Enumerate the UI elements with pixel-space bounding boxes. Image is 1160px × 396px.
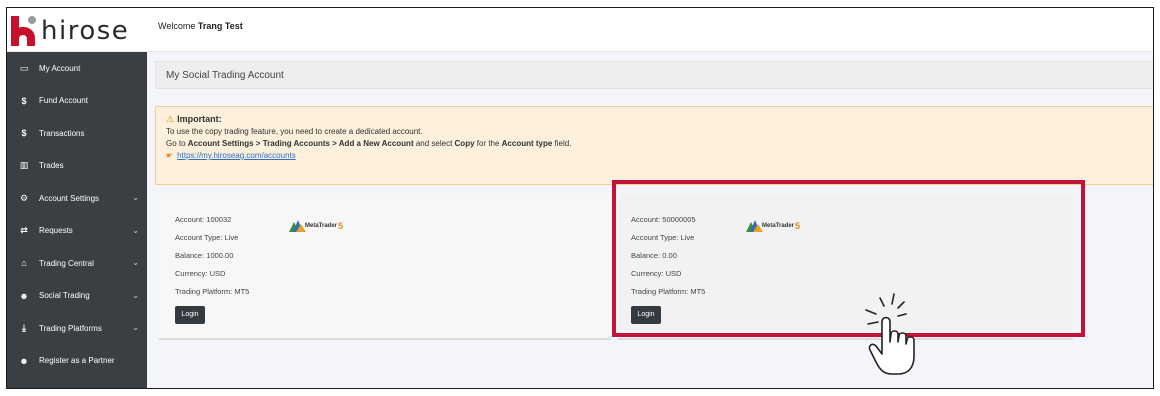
account-card: Account: 100032 Account Type: Live Balan… [159, 194, 611, 340]
users-icon: ☻ [19, 290, 29, 301]
sidebar-item-account-settings[interactable]: ⚙ Account Settings ⌄ [7, 182, 147, 215]
account-details: Account: 100032 Account Type: Live Balan… [175, 211, 249, 301]
login-button[interactable]: Login [175, 306, 205, 324]
hirose-logo-mark [11, 16, 39, 46]
sidebar-item-requests[interactable]: ⇄ Requests ⌄ [7, 215, 147, 248]
alert-text: Go to [166, 139, 188, 148]
metatrader-icon [289, 220, 306, 232]
chevron-down-icon: ⌄ [132, 323, 139, 332]
chevron-down-icon: ⌄ [132, 258, 139, 267]
pointing-hand-icon: ☛ [166, 151, 174, 160]
highlight-box [612, 180, 1085, 337]
top-header: hirose Welcome Trang Test [7, 8, 1153, 52]
page-title-bar: My Social Trading Account [155, 61, 1153, 89]
sidebar-item-label: Requests [39, 226, 73, 236]
sidebar-item-trading-central[interactable]: ⌂ Trading Central ⌄ [7, 247, 147, 280]
metatrader-label: MetaTrader [305, 223, 338, 229]
account-balance: Balance: 1000.00 [175, 251, 234, 260]
alert-line-2: Go to Account Settings > Trading Account… [166, 138, 1144, 150]
dollar-icon: $ [21, 128, 27, 139]
sidebar-item-label: Trading Central [39, 258, 94, 268]
sidebar-item-label: Trades [39, 161, 64, 171]
exchange-icon: ⇄ [20, 225, 28, 236]
alert-text: field. [552, 139, 572, 148]
alert-text: for the [474, 139, 502, 148]
alert-copy: Copy [454, 139, 475, 148]
account-currency: Currency: USD [175, 269, 226, 278]
account-number: Account: 100032 [175, 215, 232, 224]
user-name: Trang Test [197, 21, 243, 31]
account-platform: Trading Platform: MT5 [175, 287, 250, 296]
welcome-prefix: Welcome [158, 21, 196, 31]
welcome-message: Welcome Trang Test [158, 21, 243, 31]
sidebar-item-my-account[interactable]: ▭ My Account [7, 52, 147, 85]
graduation-cap-icon: ⌂ [21, 258, 27, 269]
alert-text: and select [413, 139, 455, 148]
download-icon: ⤓ [22, 322, 26, 333]
sidebar: ▭ My Account $ Fund Account $ Transactio… [7, 52, 147, 388]
sidebar-item-label: Account Settings [39, 193, 100, 203]
user-card-icon: ⚙ [19, 192, 29, 203]
alert-line-1: To use the copy trading feature, you nee… [166, 127, 423, 136]
dollar-icon: $ [21, 95, 27, 106]
accounts-link[interactable]: https://my.hiroseag.com/accounts [177, 151, 296, 160]
hirose-logo[interactable]: hirose [11, 16, 129, 46]
monitor-icon: ▭ [19, 62, 29, 73]
sidebar-item-social-trading[interactable]: ☻ Social Trading ⌄ [7, 280, 147, 313]
sidebar-item-label: Transactions [39, 128, 85, 138]
metatrader5-logo: MetaTrader 5 [289, 220, 343, 232]
sidebar-item-trades[interactable]: ▥ Trades [7, 150, 147, 183]
alert-title: Important: [177, 114, 222, 124]
alert-account-type: Account type [501, 139, 553, 148]
chevron-down-icon: ⌄ [132, 225, 139, 235]
sidebar-item-label: Social Trading [39, 291, 90, 301]
page-title: My Social Trading Account [166, 70, 284, 81]
alert-path: Account Settings > Trading Accounts > Ad… [187, 139, 414, 148]
sidebar-item-label: Fund Account [39, 96, 88, 106]
chevron-down-icon: ⌄ [132, 193, 139, 202]
chevron-down-icon: ⌄ [132, 290, 139, 300]
sidebar-item-trading-platforms[interactable]: ⤓ Trading Platforms ⌄ [7, 312, 147, 345]
bar-chart-icon: ▥ [19, 160, 29, 171]
users-icon: ☻ [19, 355, 29, 366]
sidebar-item-label: Trading Platforms [39, 323, 102, 333]
sidebar-item-label: Register as a Partner [39, 356, 115, 366]
tap-hand-icon [865, 293, 915, 375]
sidebar-item-register-partner[interactable]: ☻ Register as a Partner [7, 345, 147, 378]
metatrader-number: 5 [338, 221, 344, 231]
sidebar-item-label: My Account [39, 63, 81, 73]
warning-icon: ⚠ [166, 114, 175, 124]
sidebar-item-transactions[interactable]: $ Transactions [7, 117, 147, 150]
logo-text: hirose [41, 16, 130, 46]
account-type: Account Type: Live [175, 233, 239, 242]
important-alert: ⚠ Important: To use the copy trading feat… [155, 106, 1153, 185]
sidebar-item-fund-account[interactable]: $ Fund Account [7, 85, 147, 118]
